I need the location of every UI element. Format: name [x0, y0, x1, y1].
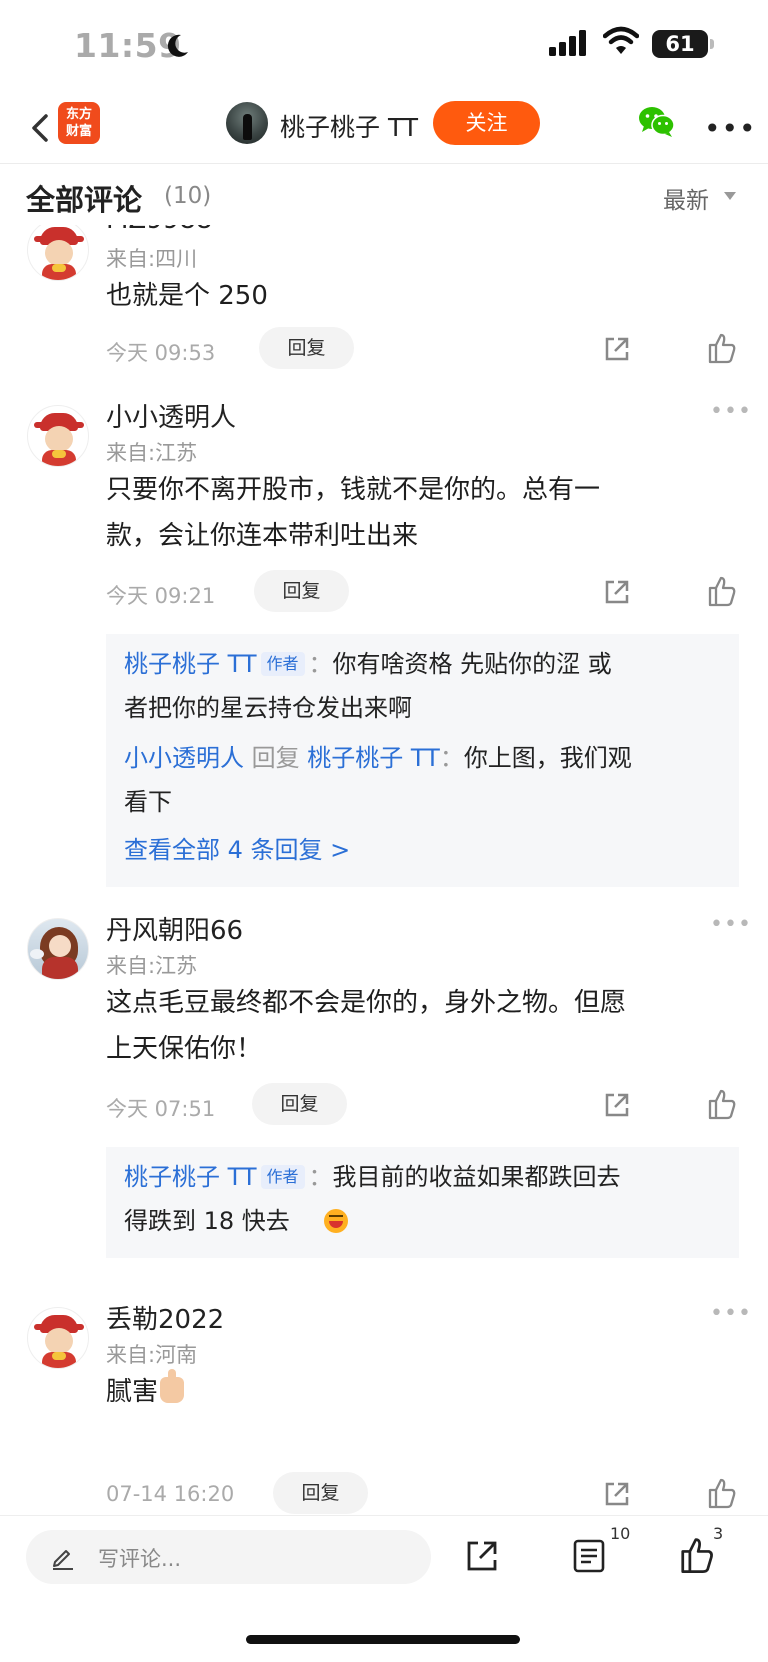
- comment-text-line: 只要你不离开股市，钱就不是你的。总有一: [106, 475, 601, 505]
- comment-text: 腻害: [106, 1369, 726, 1415]
- comment-location: 来自:江苏: [106, 954, 198, 978]
- follow-button[interactable]: 关注: [433, 101, 540, 145]
- comment-location: 来自:河南: [106, 1343, 198, 1367]
- user-avatar[interactable]: [27, 405, 89, 467]
- comment-more-icon[interactable]: •••: [710, 225, 752, 232]
- comment-text-line: 这点毛豆最终都不会是你的，身外之物。但愿: [106, 988, 627, 1018]
- reply-target-username[interactable]: 桃子桃子 TT: [307, 744, 440, 772]
- like-icon[interactable]: [707, 1088, 737, 1120]
- share-icon[interactable]: [602, 1479, 632, 1509]
- comment-more-icon[interactable]: •••: [710, 912, 752, 937]
- reply-button[interactable]: 回复: [252, 1083, 347, 1125]
- bottom-action-bar: 写评论... 10 3: [0, 1515, 768, 1662]
- chevron-down-icon[interactable]: [724, 192, 736, 200]
- nav-header: 东方 财富 桃子桃子 TT 关注 •••: [0, 92, 768, 164]
- reply-text: 我目前的收益如果都跌回去: [332, 1163, 621, 1191]
- back-arrow-icon[interactable]: [22, 106, 62, 150]
- comment-time: 今天 07:51: [106, 1097, 216, 1121]
- author-avatar[interactable]: [226, 102, 268, 144]
- share-icon[interactable]: [602, 334, 632, 364]
- comment-count-badge: 10: [610, 1524, 631, 1543]
- like-icon[interactable]: [707, 575, 737, 607]
- reply-thread[interactable]: 桃子桃子 TT 作者 ：我目前的收益如果都跌回去 得跌到 18 快去: [106, 1147, 739, 1258]
- reply-username[interactable]: 小小透明人: [124, 744, 244, 772]
- comments-title: 全部评论: [26, 183, 143, 217]
- comment-time: 今天 09:21: [106, 584, 216, 608]
- reply-text-line: 看下: [124, 788, 172, 816]
- reply-item: 小小透明人 回复 桃子桃子 TT：你上图，我们观: [124, 744, 632, 772]
- reply-item: 桃子桃子 TT 作者 ：你有啥资格 先贴你的涩 或: [124, 650, 612, 678]
- comment-time: 今天 09:53: [106, 341, 216, 365]
- comment-username[interactable]: MZ9988: [106, 225, 212, 235]
- wifi-icon: [603, 26, 639, 54]
- comment-time: 07-14 16:20: [106, 1482, 235, 1506]
- signal-icon: [549, 30, 586, 56]
- home-indicator[interactable]: [246, 1635, 520, 1644]
- more-options-icon[interactable]: •••: [704, 112, 757, 145]
- reply-button[interactable]: 回复: [259, 327, 354, 369]
- comment-text: 也就是个 250: [106, 281, 268, 311]
- reply-text-line: 者把你的星云持仓发出来啊: [124, 694, 412, 722]
- author-tag: 作者: [260, 1165, 305, 1189]
- reply-text: 你上图，我们观: [463, 744, 632, 772]
- comment-location: 来自:四川: [106, 247, 198, 271]
- comment-more-icon[interactable]: •••: [710, 399, 752, 424]
- view-all-replies-link[interactable]: 查看全部 4 条回复 >: [124, 828, 724, 872]
- status-bar: 11:59 61: [0, 0, 768, 92]
- reply-button[interactable]: 回复: [254, 570, 349, 612]
- share-icon[interactable]: [464, 1538, 500, 1574]
- comment-text-line: 款，会让你连本带利吐出来: [106, 521, 419, 551]
- comment-username[interactable]: 丹风朝阳66: [106, 910, 243, 947]
- comments-list-icon[interactable]: [572, 1538, 606, 1574]
- like-icon[interactable]: [707, 332, 737, 364]
- comment-placeholder: 写评论...: [98, 1547, 182, 1571]
- reply-thread[interactable]: 桃子桃子 TT 作者 ：你有啥资格 先贴你的涩 或 者把你的星云持仓发出来啊 小小透…: [106, 634, 739, 887]
- reply-text: 你有啥资格 先贴你的涩 或: [332, 650, 612, 678]
- comment-username[interactable]: 小小透明人: [106, 397, 236, 434]
- author-name[interactable]: 桃子桃子 TT: [280, 108, 418, 144]
- comment-input[interactable]: 写评论...: [26, 1530, 431, 1584]
- comment-text-line: 上天保佑你！: [106, 1034, 263, 1064]
- battery-cap: [710, 39, 714, 49]
- eastmoney-logo: 东方 财富: [58, 102, 100, 144]
- wechat-share-icon[interactable]: [638, 106, 676, 138]
- reply-text-line: 得跌到 18 快去: [124, 1207, 290, 1235]
- share-icon[interactable]: [602, 1090, 632, 1120]
- reply-verb: 回复: [251, 744, 300, 772]
- reply-username[interactable]: 桃子桃子 TT: [124, 1163, 257, 1191]
- laughing-emoji-icon: [323, 1209, 348, 1233]
- reply-item: 桃子桃子 TT 作者 ：我目前的收益如果都跌回去: [124, 1163, 621, 1191]
- battery-level: 61: [652, 30, 708, 58]
- comments-count: (10): [164, 183, 212, 209]
- reply-item: 得跌到 18 快去: [124, 1199, 724, 1243]
- reply-button[interactable]: 回复: [273, 1472, 368, 1514]
- comments-section-header: 全部评论 (10) 最新: [0, 165, 768, 225]
- share-icon[interactable]: [602, 577, 632, 607]
- sort-dropdown[interactable]: 最新: [663, 181, 709, 215]
- author-tag: 作者: [260, 652, 305, 676]
- thumbs-up-emoji-icon: [160, 1369, 185, 1403]
- comment-more-icon[interactable]: •••: [710, 1301, 752, 1326]
- user-avatar[interactable]: [27, 225, 89, 281]
- user-avatar[interactable]: [27, 918, 89, 980]
- comment-feed[interactable]: MZ9988 ••• 来自:四川 也就是个 250 今天 09:53 回复 小小…: [0, 225, 768, 1515]
- like-icon[interactable]: [678, 1536, 716, 1574]
- pencil-icon: [53, 1550, 73, 1570]
- reply-username[interactable]: 桃子桃子 TT: [124, 650, 257, 678]
- comment-username[interactable]: 丢勒2022: [106, 1299, 224, 1336]
- user-avatar[interactable]: [27, 1307, 89, 1369]
- moon-icon: [167, 34, 188, 57]
- comment-location: 来自:江苏: [106, 441, 198, 465]
- like-icon[interactable]: [707, 1477, 737, 1509]
- like-count-badge: 3: [713, 1524, 724, 1543]
